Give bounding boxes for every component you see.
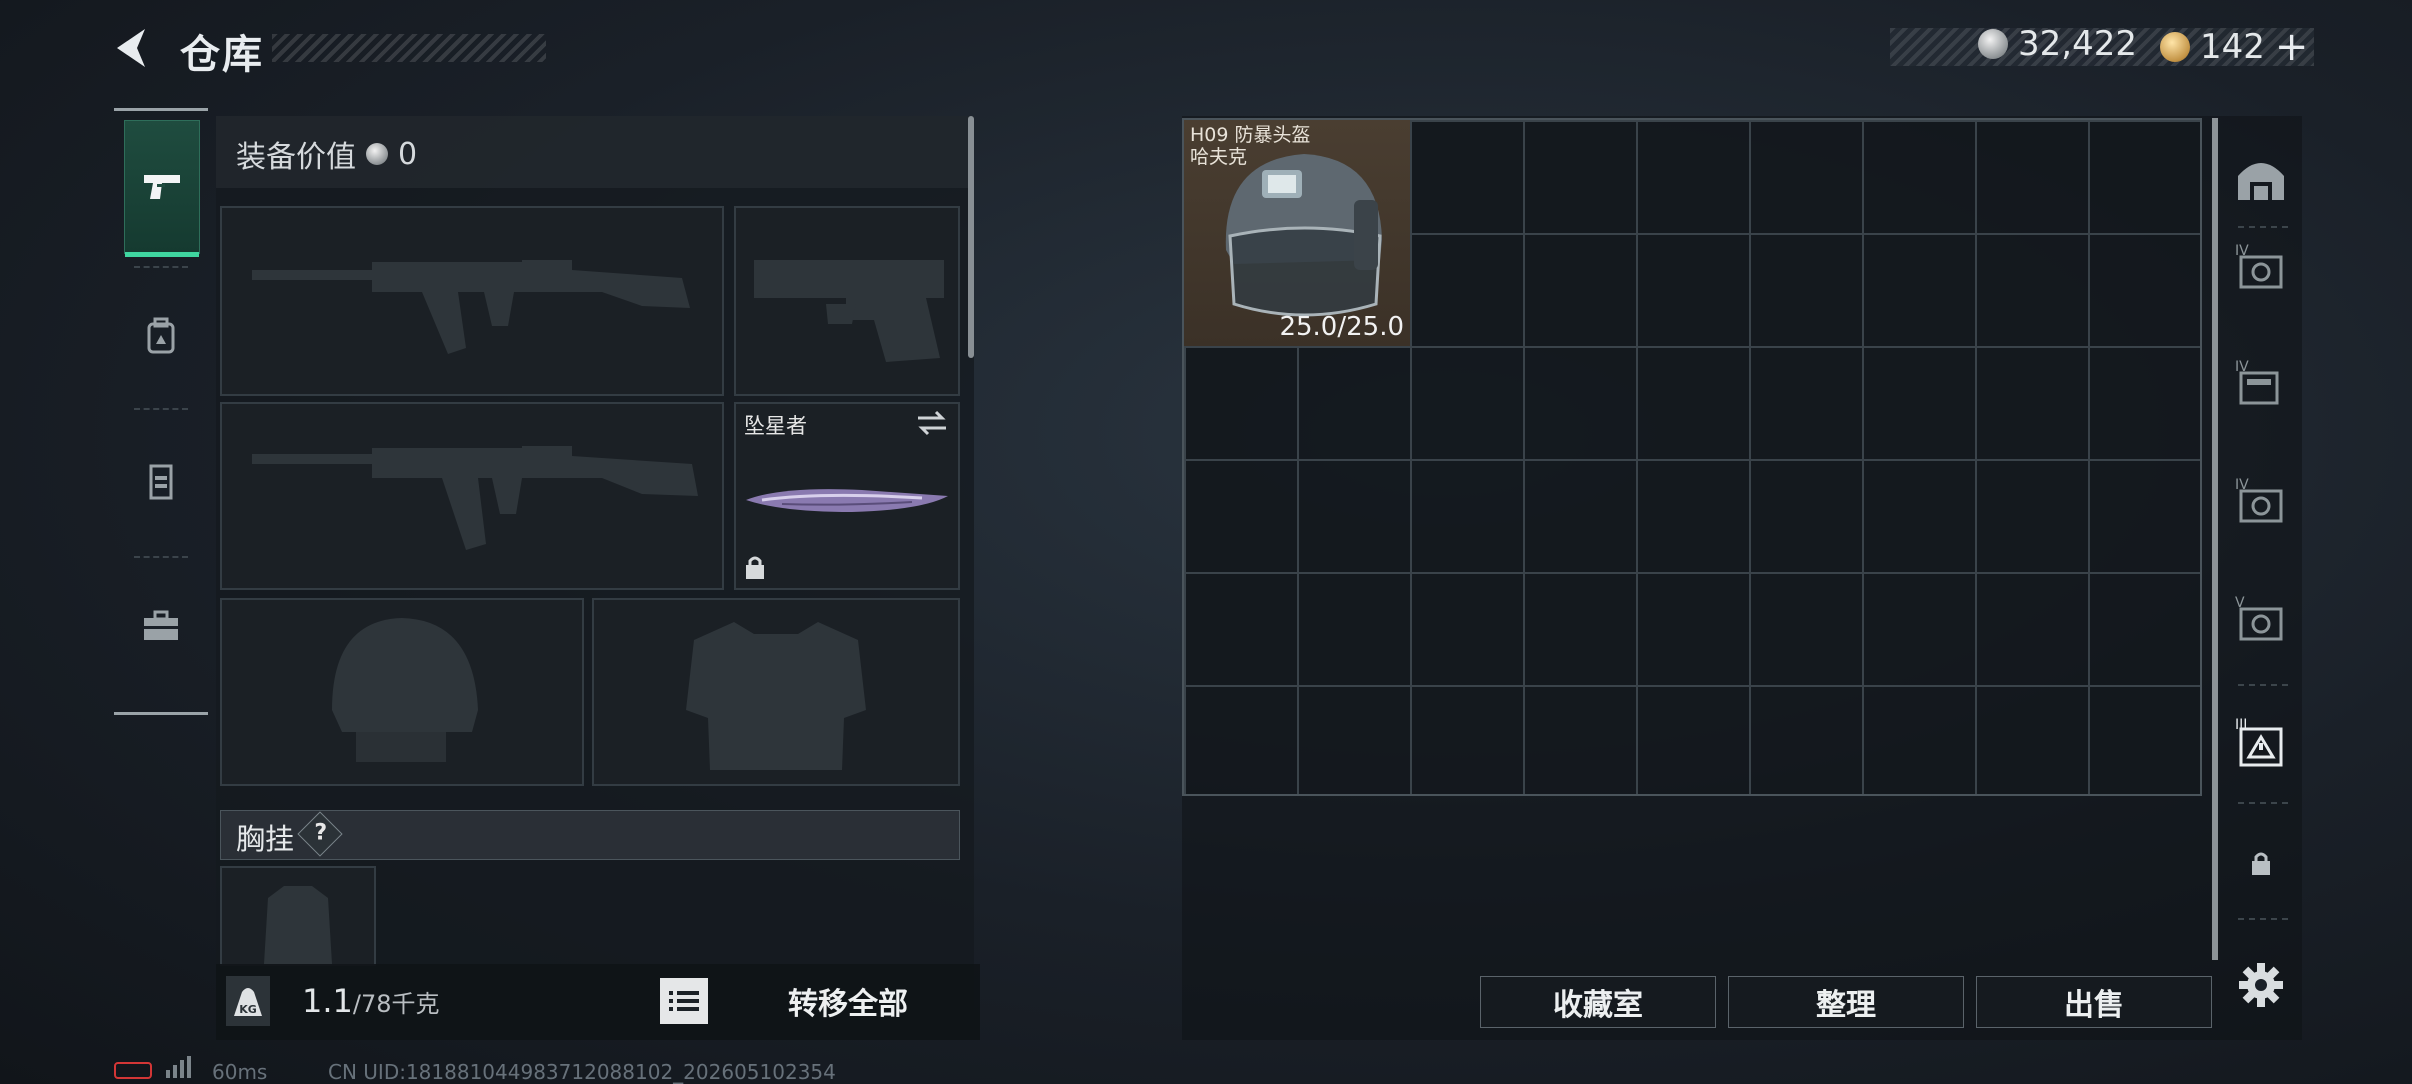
category-tabs	[114, 108, 208, 718]
secondary-weapon-slot[interactable]	[220, 402, 724, 590]
tab-separator	[134, 266, 188, 268]
gold-coin-icon	[2160, 32, 2190, 62]
item-durability: 25.0/25.0	[1279, 312, 1404, 342]
silver-coin-icon	[1978, 29, 2008, 59]
tab-toolbox[interactable]	[124, 560, 198, 692]
currency-primary: 32,422	[1978, 24, 2137, 64]
storage-item-helmet[interactable]: H09 防暴头盔 哈夫克 25.0/25.0	[1184, 120, 1410, 346]
uid-readout: CN UID:181881044983712088102_20260510235…	[328, 1060, 836, 1084]
warning-box-icon: III	[2235, 717, 2283, 767]
safe-box-icon: V	[2235, 595, 2283, 641]
weight-max: /78千克	[352, 990, 440, 1018]
weight-icon: KG	[226, 976, 270, 1026]
safe-box-icon: IV	[2235, 477, 2283, 523]
item-name-line2: 哈夫克	[1190, 146, 1248, 168]
equipment-value: 装备价值 0	[236, 132, 417, 176]
silver-coin-icon	[366, 143, 388, 165]
pistol-silhouette-icon	[754, 260, 944, 362]
back-button[interactable]	[108, 22, 156, 74]
vest-icon	[149, 464, 173, 500]
backpack-icon	[147, 317, 175, 354]
collection-room-button[interactable]: 收藏室	[1480, 976, 1716, 1028]
storage-tabs: IV IV IV V III	[2212, 118, 2296, 968]
item-name-line1: H09 防暴头盔	[1190, 124, 1311, 146]
storage-room-icon	[2238, 163, 2284, 200]
settings-button[interactable]	[2230, 954, 2292, 1016]
currency-primary-value: 32,422	[2018, 24, 2137, 64]
melee-slot-label: 坠星者	[744, 414, 807, 438]
equipment-scrollbar[interactable]	[968, 116, 974, 358]
equipment-value-label: 装备价值	[236, 140, 356, 175]
rail-top-line	[114, 108, 208, 111]
tab-separator	[2238, 684, 2288, 686]
kg-badge-label: KG	[239, 1003, 257, 1016]
toolbox-icon	[144, 610, 178, 640]
tab-storage-main[interactable]	[2226, 144, 2296, 214]
rifle-silhouette-icon	[252, 260, 690, 354]
list-icon	[669, 991, 699, 1011]
sidearm-slot[interactable]	[734, 206, 960, 396]
chest-rig-label: 胸挂	[236, 822, 295, 856]
armor-slot[interactable]	[592, 598, 960, 786]
helmet-silhouette-icon	[332, 618, 478, 762]
rifle-silhouette-icon	[252, 446, 698, 550]
currency-secondary: 142 +	[2160, 24, 2308, 70]
knife-icon	[746, 489, 948, 512]
transfer-all-button[interactable]: 转移全部	[722, 970, 974, 1032]
weight-readout: 1.1/78千克	[302, 982, 440, 1020]
tab-separator	[134, 408, 188, 410]
item-name: H09 防暴头盔 哈夫克	[1190, 124, 1311, 168]
pistol-icon	[144, 175, 180, 199]
currency-secondary-value: 142	[2200, 27, 2265, 67]
box-stack-icon: IV	[2235, 359, 2279, 405]
armor-silhouette-icon	[686, 622, 866, 770]
tab-storage-v[interactable]: V	[2226, 582, 2296, 652]
melee-slot[interactable]: 坠星者	[734, 402, 960, 590]
swap-icon[interactable]	[916, 410, 948, 440]
lock-icon	[744, 554, 766, 584]
chest-rig-slot[interactable]	[220, 866, 376, 966]
organize-button[interactable]: 整理	[1728, 976, 1964, 1028]
tab-separator	[2238, 918, 2288, 920]
battery-icon	[114, 1062, 152, 1079]
tab-storage-iii-active[interactable]: III	[2226, 708, 2296, 778]
safe-box-icon: IV	[2235, 243, 2283, 289]
tab-storage-iv-a[interactable]: IV	[2226, 230, 2296, 300]
ping-readout: 60ms	[212, 1060, 268, 1084]
rail-bottom-line	[114, 712, 208, 715]
equipment-value-amount: 0	[398, 136, 418, 172]
riot-helmet-icon	[1225, 154, 1382, 317]
gear-icon	[2239, 963, 2283, 1007]
lock-icon	[2252, 852, 2270, 875]
rail-line	[2212, 118, 2218, 960]
primary-weapon-slot[interactable]	[220, 206, 724, 396]
signal-icon	[166, 1056, 191, 1078]
tab-vest[interactable]	[124, 416, 198, 548]
weight-current: 1.1	[302, 982, 353, 1020]
add-currency-button[interactable]: +	[2275, 24, 2309, 70]
chest-rig-silhouette-icon	[264, 886, 332, 964]
page-title: 仓库	[180, 32, 264, 78]
tab-weapons[interactable]	[124, 120, 200, 257]
back-arrow-icon	[117, 29, 145, 67]
helmet-slot[interactable]	[220, 598, 584, 786]
list-view-button[interactable]	[660, 978, 708, 1024]
tab-separator	[134, 556, 188, 558]
tab-separator	[2238, 226, 2288, 228]
help-label: ?	[314, 820, 328, 846]
tab-storage-iv-c[interactable]: IV	[2226, 464, 2296, 534]
tab-locked[interactable]	[2226, 828, 2296, 898]
tab-backpack[interactable]	[124, 270, 198, 402]
tab-separator	[2238, 802, 2288, 804]
tab-storage-iv-b[interactable]: IV	[2226, 346, 2296, 416]
title-decoration	[272, 34, 546, 62]
sell-button[interactable]: 出售	[1976, 976, 2212, 1028]
